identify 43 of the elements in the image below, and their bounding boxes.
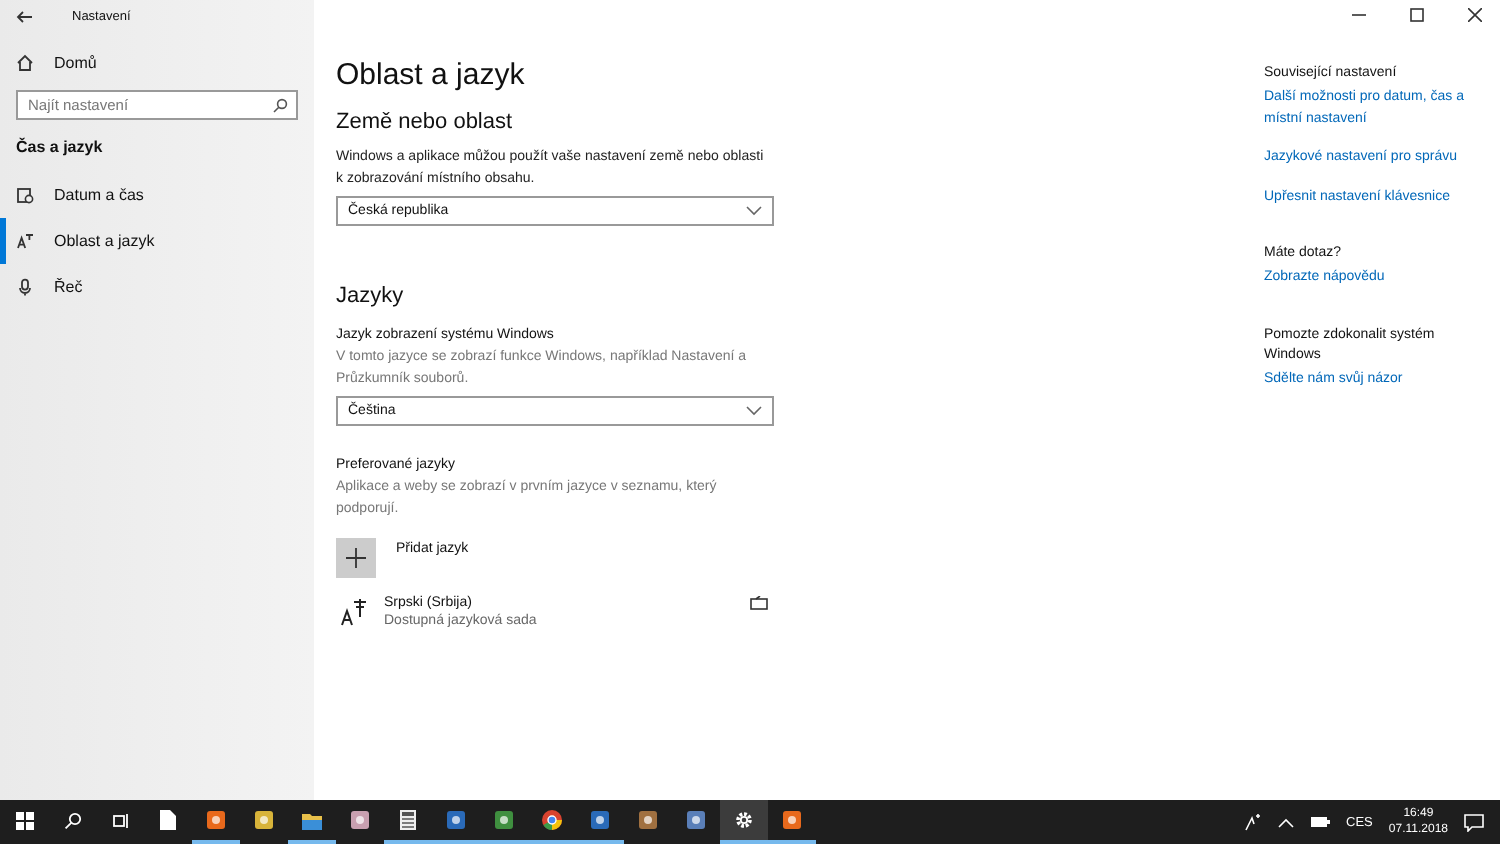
folder-icon [302,811,322,829]
browser-icon [542,810,562,830]
section-heading: Země nebo oblast [336,110,515,134]
document-icon [160,810,176,830]
app-icon [350,810,370,830]
app-icon [686,810,706,830]
section-heading: Jazyky [336,284,406,308]
notification-icon[interactable] [1464,813,1484,831]
language-pack-icon [750,596,768,610]
home-link[interactable]: Domů [0,40,314,84]
app-icon [206,810,226,830]
settings-icon [734,810,754,830]
search-icon [272,97,288,113]
back-arrow-icon[interactable] [16,9,34,23]
taskbar-button[interactable] [720,800,768,844]
app-icon [782,810,802,830]
app-icon [590,810,610,830]
plus-icon [346,548,366,568]
maximize-icon[interactable] [1410,8,1424,22]
app-icon [494,810,514,830]
language-glyph-icon [340,598,368,626]
add-language-button[interactable] [336,538,376,578]
home-icon [16,53,34,71]
page-title: Oblast a jazyk [336,58,527,92]
nav-item[interactable]: Datum a čas [0,172,314,218]
app-icon [638,810,658,830]
app-icon [254,810,274,830]
language-icon [16,232,34,250]
search-icon [63,811,81,829]
calculator-icon [400,810,416,830]
nav-item[interactable]: Řeč [0,264,314,310]
task-view-icon [111,811,129,829]
calendar-clock-icon [16,186,34,204]
microphone-icon [16,278,34,296]
app-icon [446,810,466,830]
pen-icon[interactable] [1244,813,1263,831]
chevron-down-icon [746,406,762,416]
close-icon[interactable] [1468,8,1482,22]
chevron-down-icon [746,206,762,216]
section-heading: Čas a jazyk [14,135,105,160]
windows-logo-icon [15,811,33,829]
minimize-icon[interactable] [1352,8,1366,22]
chevron-up-icon[interactable] [1278,817,1295,827]
